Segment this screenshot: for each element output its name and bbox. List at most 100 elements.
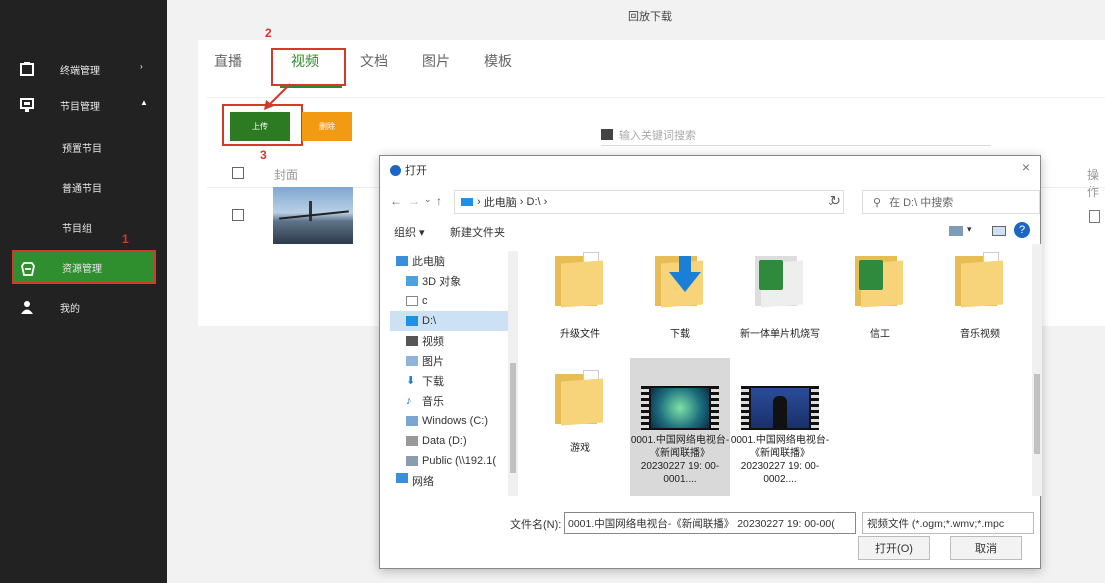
column-header-cover: 封面 [274,168,299,182]
view-options-icon[interactable] [949,226,963,236]
file-item-video-0001[interactable]: 0001.中国网络电视台-《新闻联播》20230227 19: 00-0001.… [630,358,730,496]
film-strip [741,386,749,430]
scroll-thumb[interactable] [1034,374,1040,454]
film-icon [406,336,418,346]
folder-icon [755,250,805,308]
column-header-actions: 操作 [1087,168,1100,199]
file-item-label: 升级文件 [560,329,600,340]
sidebar-item-label: 预置节目 [62,143,102,155]
tab-live[interactable]: 直播 [214,51,242,71]
select-all-checkbox[interactable] [232,167,244,179]
tree-item-label: Windows (C:) [422,415,489,427]
row-checkbox[interactable] [232,209,244,221]
upload-button[interactable]: 上传 [230,112,290,141]
file-item-folder-games[interactable]: 游戏 [530,368,630,455]
tree-item-label: 音乐 [422,396,444,408]
drive-icon [406,436,418,446]
tree-scrollbar[interactable] [508,251,518,496]
terminal-icon [20,62,34,76]
download-icon: ⬇ [406,375,416,387]
cube-icon [406,276,418,286]
file-type-select[interactable]: 视频文件 (*.ogm;*.wmv;*.mpc [862,512,1034,534]
breadcrumb-sep: › [516,196,527,208]
help-icon[interactable]: ? [1014,222,1030,238]
sidebar-item-label: 普通节目 [62,183,102,195]
sidebar-item-mine[interactable]: 我的 [0,290,160,324]
sidebar-item-program[interactable]: 节目管理 ▲ [0,88,160,122]
address-bar[interactable]: › 此电脑 › D:\ › ⌄ [454,190,844,214]
image-icon [406,356,418,366]
download-folder-icon [655,250,705,308]
tree-item-this-pc[interactable]: 此电脑 [396,251,516,271]
film-strip [711,386,719,430]
scroll-thumb[interactable] [510,363,516,473]
folder-front [561,260,603,308]
resource-icon [21,262,35,276]
file-item-folder-download[interactable]: 下载 [630,250,730,341]
file-item-label: 新一体单片机烧写 [740,329,820,340]
browser-icon [390,164,401,176]
filename-value: 0001.中国网络电视台-《新闻联播》 20230227 19: 00-00( [568,517,835,530]
tree-item-label: 视频 [422,336,444,348]
sidebar-item-label: 资源管理 [62,263,102,275]
chevron-down-icon[interactable]: ⌄ [424,194,432,205]
user-icon [21,301,33,314]
tree-item-label: 3D 对象 [422,276,462,288]
file-item-label: 0001.中国网络电视台-《新闻联播》20230227 19: 00-0001.… [630,435,730,485]
file-item-folder-mcu[interactable]: 新一体单片机烧写 [730,250,830,341]
preview-pane-icon[interactable] [992,226,1006,236]
file-item-folder-upgrade[interactable]: 升级文件 [530,250,630,341]
sidebar-item-preset-program[interactable]: 预置节目 [0,130,160,164]
files-scrollbar[interactable] [1032,244,1042,496]
tab-document[interactable]: 文档 [360,51,388,71]
film-strip [811,386,819,430]
new-folder-button[interactable]: 新建文件夹 [450,224,505,240]
folder-search-input[interactable]: 在 D:\ 中搜索 [889,194,953,210]
file-item-folder-music-video[interactable]: 音乐视频 [930,250,1030,341]
sidebar-item-normal-program[interactable]: 普通节目 [0,170,160,204]
file-item-label: 0001.中国网络电视台-《新闻联播》20230227 19: 00-0002.… [730,435,830,485]
breadcrumb-drive-d[interactable]: D:\ [527,196,541,208]
search-input[interactable]: 输入关键词搜索 [619,127,696,143]
file-item-video-0002[interactable]: 0001.中国网络电视台-《新闻联播》20230227 19: 00-0002.… [730,358,830,486]
program-icon [20,98,34,112]
folder-search[interactable]: ⚲ 在 D:\ 中搜索 [862,190,1040,214]
open-file-dialog: 打开 × ← → ⌄ ↑ › 此电脑 › D:\ › ⌄ ↻ ⚲ 在 D:\ 中… [379,155,1042,569]
file-item-folder-xingong[interactable]: 信工 [830,250,930,341]
sidebar-item-resource[interactable]: 资源管理 [12,250,156,284]
annotation-step-1: 1 [122,232,129,246]
bridge-deck [279,210,349,220]
tab-template[interactable]: 模板 [484,51,512,71]
keyword-search[interactable]: 输入关键词搜索 [601,124,991,146]
chevron-down-icon[interactable]: ▾ [967,224,972,235]
tree-item-label: Public (\\192.1( [422,455,496,467]
folder-front [961,260,1003,308]
forward-arrow-icon[interactable]: → [408,194,420,208]
delete-button[interactable]: 删除 [302,112,352,141]
organize-menu[interactable]: 组织 ▾ [394,224,425,240]
tree-item-d-drive[interactable]: D:\ [390,311,514,331]
sidebar-item-terminal[interactable]: 终端管理 › [0,52,160,86]
sidebar-item-program-group[interactable]: 节目组 [0,210,160,244]
folder-icon [955,250,1005,308]
dialog-title-text: 打开 [405,165,427,177]
edit-icon[interactable] [1089,210,1100,223]
open-button[interactable]: 打开(O) [858,536,930,560]
music-icon: ♪ [406,395,412,407]
tree-item-label: 网络 [412,476,434,487]
folder-icon [555,250,605,308]
cancel-button[interactable]: 取消 [950,536,1022,560]
close-icon[interactable]: × [1022,159,1030,175]
refresh-icon[interactable]: ↻ [830,193,841,209]
search-icon [601,129,613,140]
dialog-title: 打开 [390,162,427,178]
drive-icon [461,198,473,206]
back-arrow-icon[interactable]: ← [390,194,402,208]
document-icon [406,296,418,306]
up-arrow-icon[interactable]: ↑ [436,194,442,208]
breadcrumb-this-pc[interactable]: 此电脑 [484,194,517,210]
caret-up-icon: ▲ [140,98,148,107]
tree-item-network[interactable]: 网络 [396,473,516,487]
tab-image[interactable]: 图片 [422,51,450,71]
filename-input[interactable]: 0001.中国网络电视台-《新闻联播》 20230227 19: 00-00( [564,512,856,534]
